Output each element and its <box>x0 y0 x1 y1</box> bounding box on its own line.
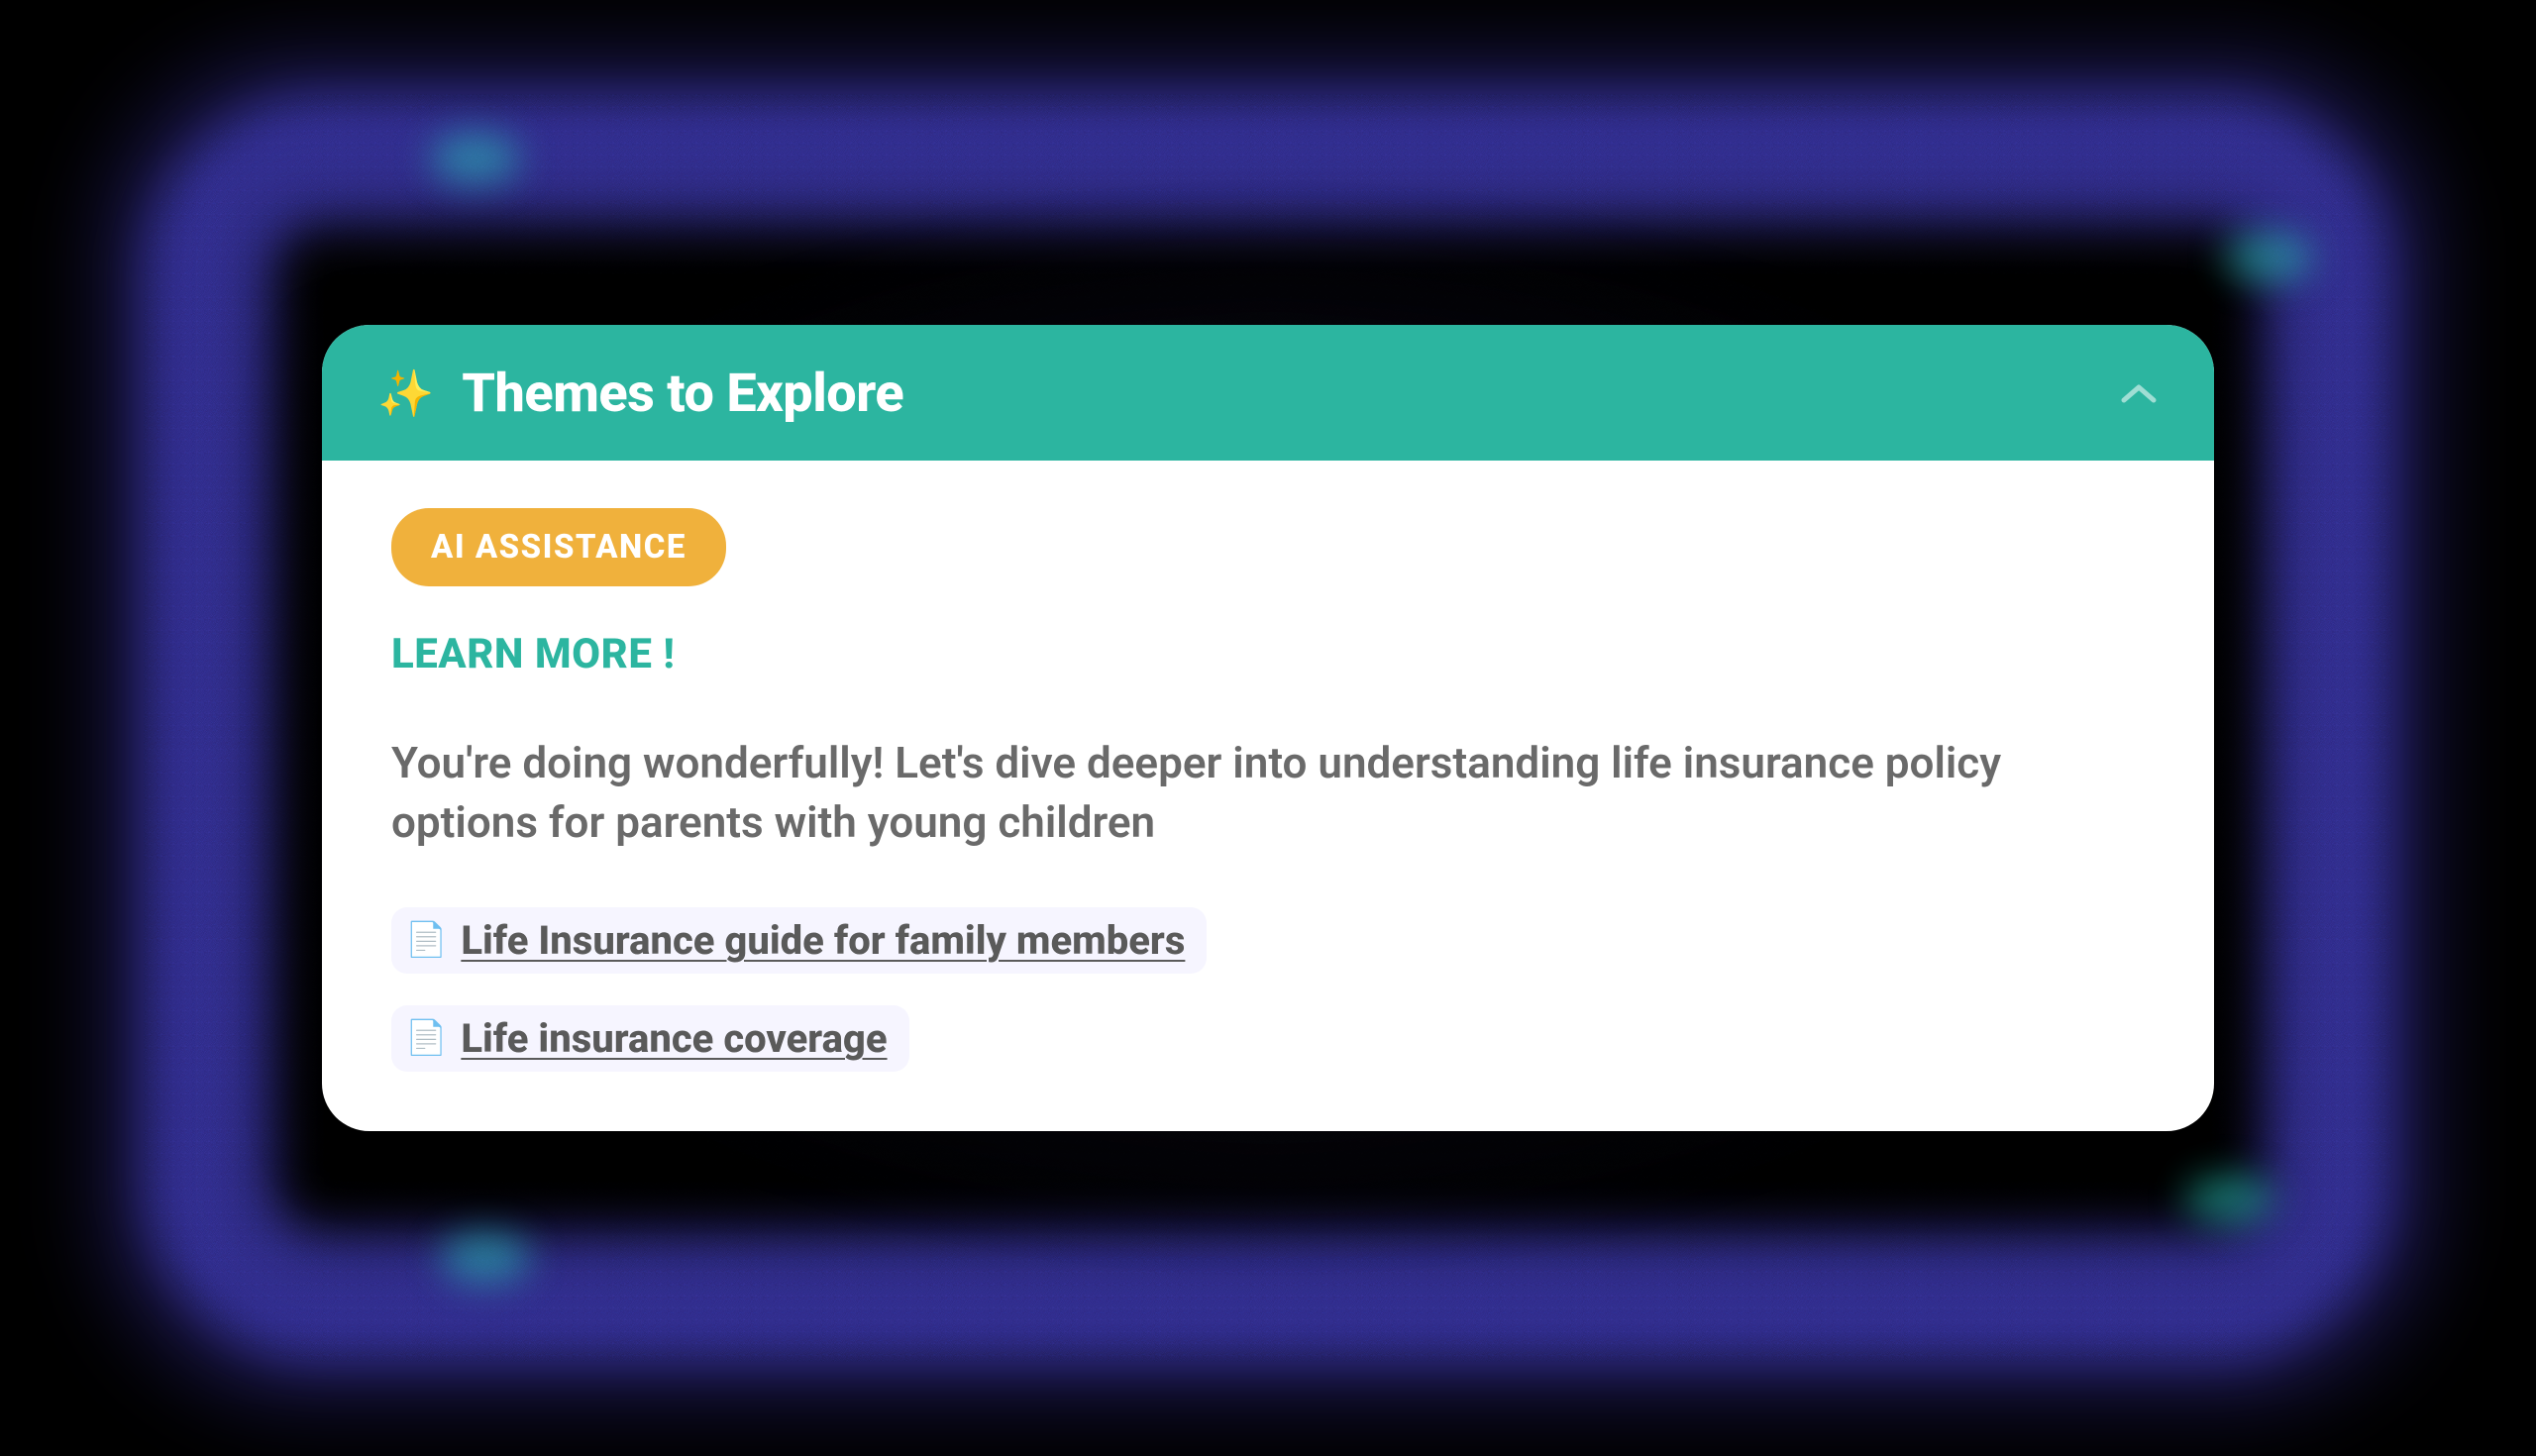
teal-accent <box>431 134 520 183</box>
themes-card: ✨ Themes to Explore AI ASSISTANCE LEARN … <box>322 325 2214 1131</box>
teal-accent <box>441 1233 530 1283</box>
description-text: You're doing wonderfully! Let's dive dee… <box>391 734 2135 852</box>
learn-more-heading: LEARN MORE ! <box>391 630 2145 678</box>
teal-accent <box>2184 1174 2273 1223</box>
resource-link-row: 📄 Life insurance coverage <box>391 1005 2145 1072</box>
header-title: Themes to Explore <box>462 363 903 425</box>
header-left: ✨ Themes to Explore <box>377 363 903 425</box>
collapse-toggle[interactable] <box>2119 374 2159 414</box>
resource-link-row: 📄 Life Insurance guide for family member… <box>391 907 2145 974</box>
document-icon: 📄 <box>405 1021 447 1055</box>
ai-assistance-badge: AI ASSISTANCE <box>391 508 726 586</box>
resource-link[interactable]: Life insurance coverage <box>461 1015 887 1062</box>
resource-link-pill: 📄 Life insurance coverage <box>391 1005 909 1072</box>
resource-link-pill: 📄 Life Insurance guide for family member… <box>391 907 1207 974</box>
teal-accent <box>2224 233 2313 282</box>
glow-frame: ✨ Themes to Explore AI ASSISTANCE LEARN … <box>144 94 2392 1362</box>
sparkle-icon: ✨ <box>377 371 434 417</box>
document-icon: 📄 <box>405 923 447 957</box>
card-body: AI ASSISTANCE LEARN MORE ! You're doing … <box>322 461 2214 1131</box>
card-header: ✨ Themes to Explore <box>322 325 2214 461</box>
resource-link[interactable]: Life Insurance guide for family members <box>461 917 1185 964</box>
chevron-up-icon <box>2121 383 2157 405</box>
